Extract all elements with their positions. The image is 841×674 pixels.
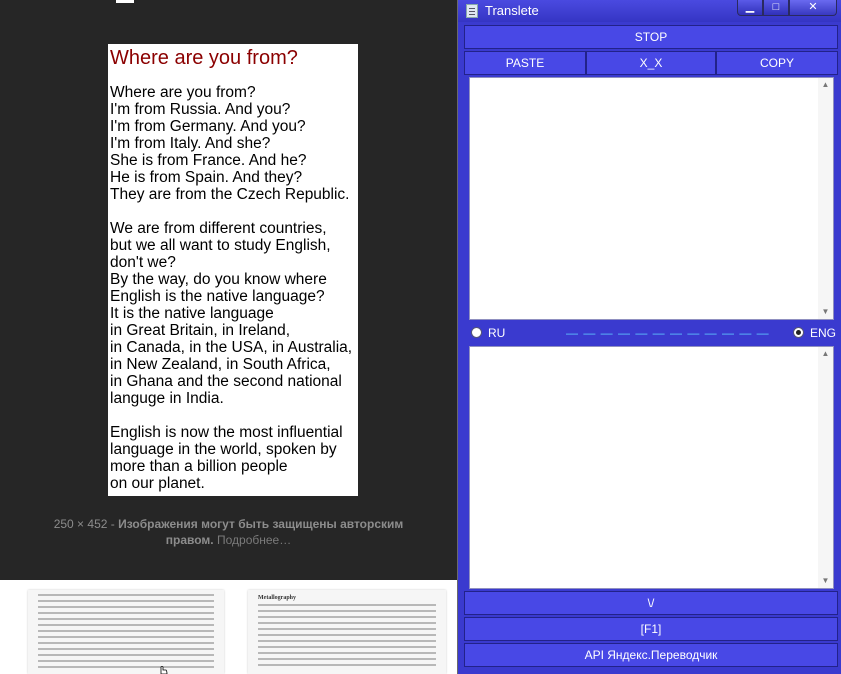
document-line: I'm from Italy. And she? <box>110 135 271 152</box>
thumbnail-title: Metallography <box>258 595 296 601</box>
window-controls: ▁ □ ✕ <box>737 0 839 17</box>
viewer-top-marker <box>116 0 134 3</box>
document-image[interactable]: Where are you from? Where are you from? I… <box>108 44 358 496</box>
lang-eng-label: ENG <box>810 326 837 340</box>
related-thumbnails: Metallography <box>0 580 457 674</box>
copyright-notice: Изображения могут быть защищены авторски… <box>118 517 404 531</box>
lang-ru-label: RU <box>488 326 506 340</box>
paste-button[interactable]: PASTE <box>464 51 586 75</box>
document-line: By the way, do you know where <box>110 271 327 288</box>
source-text-area[interactable]: ▲ ▼ <box>469 77 834 320</box>
document-line: languge in India. <box>110 390 224 407</box>
hand-cursor-icon <box>160 666 168 674</box>
copy-button[interactable]: COPY <box>716 51 838 75</box>
thumbnail-metallography[interactable]: Metallography <box>248 590 446 674</box>
image-caption: 250 × 452 - Изображения могут быть защищ… <box>0 516 457 548</box>
scroll-down-arrow-icon[interactable]: ▼ <box>818 574 833 588</box>
minimize-button[interactable]: ▁ <box>737 0 763 16</box>
translete-window: Translete ▁ □ ✕ STOP PASTE X_X COPY ▲ ▼ … <box>457 0 841 674</box>
image-viewer: Where are you from? Where are you from? I… <box>0 0 457 580</box>
window-title: Translete <box>485 3 539 18</box>
document-body: Where are you from? I'm from Russia. And … <box>110 84 352 492</box>
clear-button[interactable]: X_X <box>586 51 716 75</box>
document-line: I'm from Germany. And you? <box>110 118 306 135</box>
document-line: more than a billion people <box>110 458 288 475</box>
yandex-api-button[interactable]: API Яндекс.Переводчик <box>464 643 838 667</box>
result-scrollbar[interactable]: ▲ ▼ <box>818 347 833 588</box>
more-info-link[interactable]: Подробнее… <box>217 533 291 547</box>
document-line: language in the world, spoken by <box>110 441 337 458</box>
document-line: don't we? <box>110 254 176 271</box>
document-line: She is from France. And he? <box>110 152 307 169</box>
language-selector: RU — — — — — — — — — — — — ENG <box>466 323 836 343</box>
help-f1-button[interactable]: [F1] <box>464 617 838 641</box>
thumbnail-text-page[interactable] <box>28 590 224 674</box>
radio-eng[interactable] <box>793 327 804 338</box>
scroll-up-arrow-icon[interactable]: ▲ <box>818 347 833 361</box>
source-scrollbar[interactable]: ▲ ▼ <box>818 78 833 319</box>
document-line: He is from Spain. And they? <box>110 169 303 186</box>
document-line: in Ghana and the second national <box>110 373 342 390</box>
stop-button[interactable]: STOP <box>464 25 838 49</box>
document-line: on our planet. <box>110 475 205 492</box>
scroll-down-arrow-icon[interactable]: ▼ <box>818 305 833 319</box>
image-dimensions: 250 × 452 <box>53 517 108 531</box>
document-title: Where are you from? <box>110 47 298 69</box>
document-line: in Canada, in the USA, in Australia, <box>110 339 353 356</box>
result-text-area[interactable]: ▲ ▼ <box>469 346 834 589</box>
swap-down-button[interactable]: \/ <box>464 591 838 615</box>
window-titlebar[interactable]: Translete ▁ □ ✕ <box>458 0 841 22</box>
document-line: English is the native language? <box>110 288 325 305</box>
app-document-icon <box>466 4 478 18</box>
document-line: I'm from Russia. And you? <box>110 101 291 118</box>
document-line: but we all want to study English, <box>110 237 331 254</box>
document-line: in Great Britain, in Ireland, <box>110 322 291 339</box>
radio-ru[interactable] <box>471 327 482 338</box>
close-button[interactable]: ✕ <box>789 0 837 16</box>
document-line: It is the native language <box>110 305 274 322</box>
document-line: They are from the Czech Republic. <box>110 186 350 203</box>
scroll-up-arrow-icon[interactable]: ▲ <box>818 78 833 92</box>
caption-separator: - <box>110 517 115 531</box>
document-line: English is now the most influential <box>110 424 343 441</box>
progress-indicator: — — — — — — — — — — — — <box>566 326 770 340</box>
maximize-button[interactable]: □ <box>763 0 789 16</box>
copyright-notice-end: правом. <box>165 533 214 547</box>
document-line: We are from different countries, <box>110 220 327 237</box>
document-line: in New Zealand, in South Africa, <box>110 356 331 373</box>
document-line: Where are you from? <box>110 84 256 101</box>
